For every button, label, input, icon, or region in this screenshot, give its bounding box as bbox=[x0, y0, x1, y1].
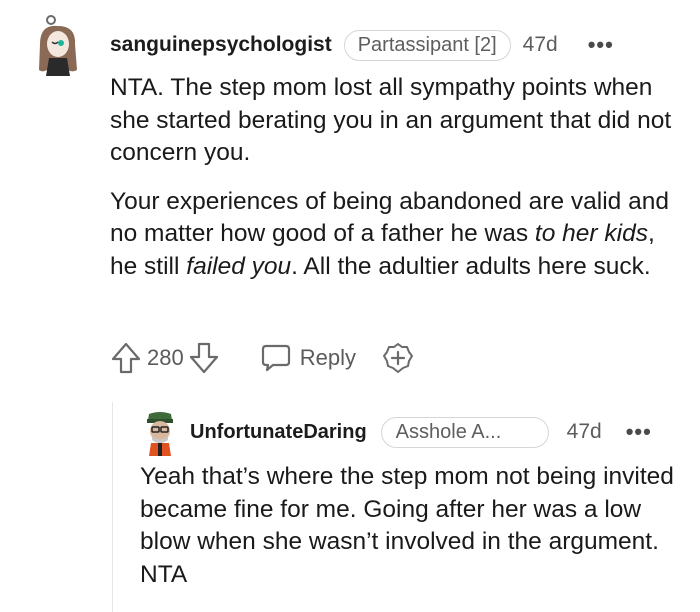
comment-paragraph: NTA. The step mom lost all sympathy poin… bbox=[110, 74, 672, 166]
comment-header: sanguinepsychologist Partassipant [2] 47… bbox=[110, 28, 614, 62]
more-options-icon[interactable]: ••• bbox=[588, 32, 614, 58]
comment-actions: 280 Reply bbox=[110, 338, 414, 378]
reply-label: Reply bbox=[299, 345, 356, 370]
comment-paragraph: Yeah that’s where the step mom not being… bbox=[140, 463, 674, 588]
thread-line[interactable] bbox=[112, 402, 113, 612]
comment-paragraph: Your experiences of being abandoned are … bbox=[110, 186, 680, 284]
username[interactable]: sanguinepsychologist bbox=[110, 33, 332, 57]
timestamp[interactable]: 47d bbox=[567, 420, 602, 444]
comment-header: UnfortunateDaring Asshole A... 47d ••• bbox=[190, 415, 652, 449]
username[interactable]: UnfortunateDaring bbox=[190, 421, 367, 444]
text-run: . All the adultier adults here suck. bbox=[291, 252, 651, 280]
upvote-arrow-icon[interactable] bbox=[110, 341, 142, 375]
speech-bubble-icon bbox=[260, 343, 292, 373]
emphasis-text: failed you bbox=[186, 252, 292, 280]
avatar[interactable] bbox=[34, 14, 84, 76]
user-flair: Partassipant [2] bbox=[343, 29, 511, 61]
comment-body: Yeah that’s where the step mom not being… bbox=[140, 461, 680, 591]
award-plus-icon[interactable] bbox=[382, 342, 414, 374]
user-flair: Asshole A... bbox=[380, 416, 549, 448]
reply-button[interactable]: Reply bbox=[260, 343, 356, 373]
comment-body: NTA. The step mom lost all sympathy poin… bbox=[110, 72, 680, 299]
timestamp[interactable]: 47d bbox=[523, 33, 558, 57]
emphasis-text: to her kids bbox=[534, 220, 648, 247]
vote-count: 280 bbox=[147, 345, 184, 370]
more-options-icon[interactable]: ••• bbox=[626, 419, 652, 445]
avatar[interactable] bbox=[140, 410, 180, 456]
downvote-arrow-icon[interactable] bbox=[188, 341, 220, 375]
comment-thread: sanguinepsychologist Partassipant [2] 47… bbox=[0, 0, 700, 612]
